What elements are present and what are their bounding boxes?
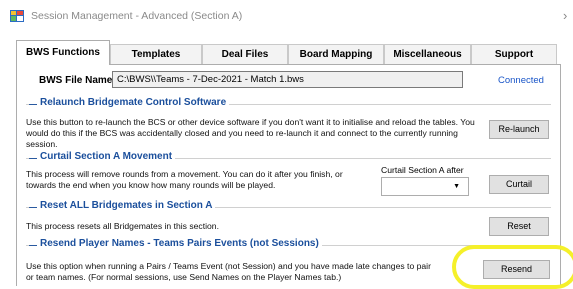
resend-description: Use this option when running a Pairs / T… — [26, 261, 456, 283]
tab-deal-files[interactable]: Deal Files — [202, 44, 288, 64]
curtail-desc-line2: towards the end when you know how many r… — [26, 180, 276, 190]
curtail-desc-line1: This process will remove rounds from a m… — [26, 169, 343, 179]
resend-desc-line2: or team names. (For normal sessions, use… — [26, 272, 342, 282]
bws-file-label: BWS File Name — [39, 75, 113, 86]
relaunch-desc-line2: would do this if the BCS was accidentall… — [26, 128, 458, 149]
chevron-right-icon[interactable]: › — [563, 8, 567, 23]
curtail-after-label: Curtail Section A after — [381, 165, 464, 175]
highlight-circle — [452, 245, 573, 289]
relaunch-button[interactable]: Re-launch — [489, 120, 549, 139]
reset-button[interactable]: Reset — [489, 217, 549, 236]
connection-status: Connected — [498, 75, 544, 86]
section-dash — [29, 207, 37, 208]
tab-miscellaneous[interactable]: Miscellaneous — [384, 44, 471, 64]
tab-templates[interactable]: Templates — [110, 44, 202, 64]
section-dash — [29, 104, 37, 105]
reset-description: This process resets all Bridgemates in t… — [26, 221, 219, 231]
tab-strip: BWS Functions Templates Deal Files Board… — [16, 40, 561, 65]
app-window-icon — [10, 10, 24, 22]
tab-support[interactable]: Support — [471, 44, 557, 64]
relaunch-desc-line1: Use this button to re-launch the BCS or … — [26, 117, 475, 127]
curtail-button[interactable]: Curtail — [489, 175, 549, 194]
section-dash — [29, 158, 37, 159]
title-bar: Session Management - Advanced (Section A… — [0, 0, 573, 32]
chevron-down-icon[interactable]: ▼ — [453, 183, 460, 190]
curtail-round-select[interactable]: ▼ — [381, 177, 469, 196]
curtail-section-title: Curtail Section A Movement — [37, 151, 176, 162]
reset-section-title: Reset ALL Bridgemates in Section A — [37, 200, 216, 211]
resend-section-title: Resend Player Names - Teams Pairs Events… — [37, 238, 322, 249]
tab-board-mapping[interactable]: Board Mapping — [288, 44, 384, 64]
window-title: Session Management - Advanced (Section A… — [31, 10, 243, 22]
section-dash — [29, 245, 37, 246]
tab-bws-functions[interactable]: BWS Functions — [16, 40, 110, 65]
relaunch-section-title: Relaunch Bridgemate Control Software — [37, 97, 230, 108]
relaunch-description: Use this button to re-launch the BCS or … — [26, 117, 481, 150]
resend-desc-line1: Use this option when running a Pairs / T… — [26, 261, 431, 271]
curtail-description: This process will remove rounds from a m… — [26, 169, 366, 191]
bws-file-field[interactable]: C:\BWS\\Teams - 7-Dec-2021 - Match 1.bws — [112, 71, 463, 88]
